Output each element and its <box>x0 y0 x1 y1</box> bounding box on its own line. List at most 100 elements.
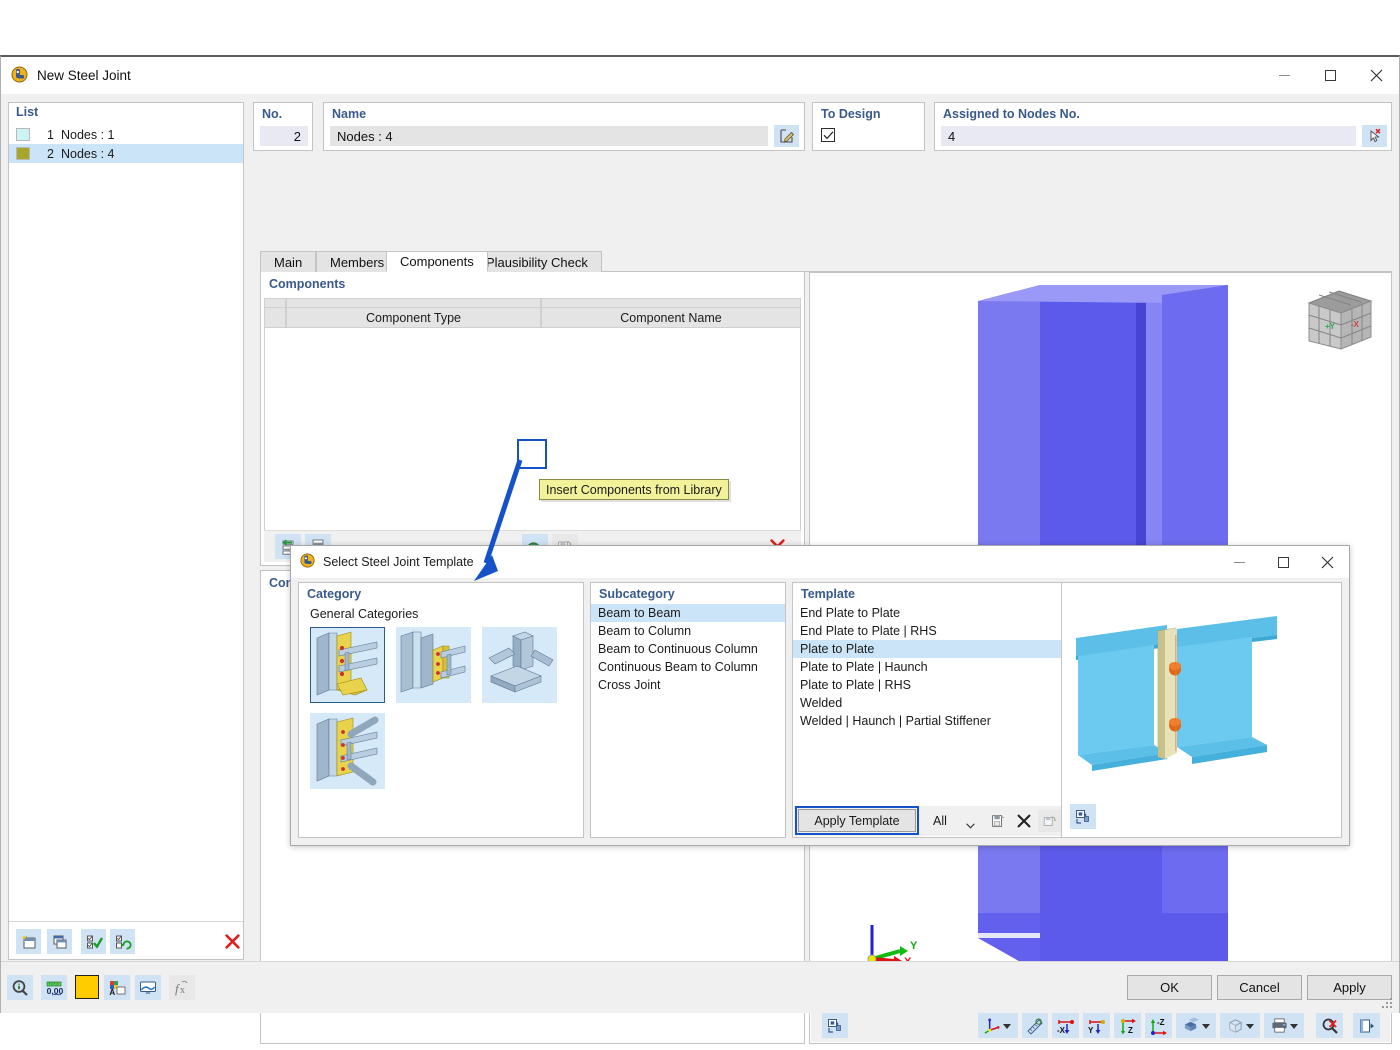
navigation-cube[interactable]: +Y -X <box>1301 285 1377 357</box>
template-item-end-plate-to-plate[interactable]: End Plate to Plate <box>793 604 1063 622</box>
panel-toggle-button[interactable] <box>1353 1013 1380 1038</box>
delete-joint-button[interactable] <box>220 929 245 954</box>
delete-template-button[interactable] <box>1012 810 1036 832</box>
preview-render-toggle-button[interactable] <box>1070 804 1096 829</box>
resize-grip[interactable] <box>1381 997 1393 1009</box>
name-label: Name <box>332 107 367 121</box>
to-design-checkbox[interactable] <box>821 128 835 142</box>
column-header-component-name: Component Name <box>541 308 801 328</box>
display-box-button[interactable] <box>1220 1013 1260 1038</box>
category-beam-to-column-haunch[interactable] <box>310 627 385 703</box>
subcategory-item-cross-joint[interactable]: Cross Joint <box>591 676 785 694</box>
view-y-button[interactable]: Y <box>1083 1013 1110 1038</box>
tabstrip: Main Members Components Plausibility Che… <box>260 251 1392 272</box>
tab-components[interactable]: Components <box>386 251 488 272</box>
subcategory-item-beam-to-continuous-column[interactable]: Beam to Continuous Column <box>591 640 785 658</box>
ok-button[interactable]: OK <box>1127 975 1212 1000</box>
tab-main[interactable]: Main <box>260 251 317 272</box>
import-template-button[interactable] <box>1038 810 1062 832</box>
template-filter-select[interactable]: All <box>926 810 981 831</box>
edit-pencil-icon[interactable] <box>774 125 799 147</box>
show-axes-button[interactable] <box>978 1013 1018 1038</box>
svg-text:Y: Y <box>1088 1026 1094 1035</box>
subcategory-item-continuous-beam-to-column[interactable]: Continuous Beam to Column <box>591 658 785 676</box>
maximize-button[interactable] <box>1307 57 1353 94</box>
info-button[interactable] <box>7 975 33 1000</box>
modal-maximize-button[interactable] <box>1261 546 1305 578</box>
assigned-nodes-fieldbox: Assigned to Nodes No. 4 <box>934 102 1392 151</box>
category-braced-connection[interactable] <box>310 713 385 789</box>
subcategory-item-beam-to-column[interactable]: Beam to Column <box>591 622 785 640</box>
modal-minimize-button[interactable] <box>1217 546 1261 578</box>
render-style-button[interactable] <box>1176 1013 1216 1038</box>
apply-template-button[interactable]: Apply Template <box>798 809 916 832</box>
modal-close-button[interactable] <box>1305 546 1349 578</box>
list-item[interactable]: 1 Nodes : 1 <box>9 125 243 144</box>
display-properties-button[interactable]: A <box>104 975 130 1000</box>
apply-button[interactable]: Apply <box>1307 975 1392 1000</box>
tooltip: Insert Components from Library <box>539 479 729 500</box>
subcategory-panel: Subcategory Beam to Beam Beam to Column … <box>590 582 786 838</box>
joint-list: 1 Nodes : 1 2 Nodes : 4 <box>9 125 243 959</box>
assigned-nodes-label: Assigned to Nodes No. <box>943 107 1080 121</box>
print-button[interactable] <box>1264 1013 1304 1038</box>
to-design-fieldbox: To Design <box>812 102 925 151</box>
view-isometric-button[interactable]: -Z <box>1145 1013 1172 1038</box>
chevron-down-icon <box>966 818 975 832</box>
to-design-label: To Design <box>821 107 881 121</box>
template-item-welded-haunch-partial-stiffener[interactable]: Welded | Haunch | Partial Stiffener <box>793 712 1063 730</box>
list-item[interactable]: 2 Nodes : 4 <box>9 144 243 163</box>
template-preview-model <box>1076 616 1277 771</box>
name-fieldbox: Name Nodes : 4 <box>323 102 805 151</box>
cancel-button[interactable]: Cancel <box>1217 975 1302 1000</box>
copy-joint-button[interactable] <box>47 929 72 954</box>
modal-title: Select Steel Joint Template <box>323 555 474 569</box>
close-button[interactable] <box>1353 57 1399 94</box>
units-button[interactable]: 0,00 <box>41 975 67 1000</box>
category-tube-cross-joint[interactable] <box>482 627 557 703</box>
subcategory-item-beam-to-beam[interactable]: Beam to Beam <box>591 604 785 622</box>
measure-button[interactable] <box>1022 1013 1048 1038</box>
template-preview[interactable] <box>1061 582 1342 838</box>
chevron-down-icon <box>1002 1018 1011 1033</box>
template-header: Template <box>801 587 855 601</box>
chevron-down-icon <box>1245 1018 1254 1033</box>
yellow-color-swatch[interactable] <box>75 975 99 999</box>
color-swatch <box>16 147 30 160</box>
components-table-body[interactable] <box>264 328 801 538</box>
template-item-welded[interactable]: Welded <box>793 694 1063 712</box>
render-mode-button[interactable] <box>822 1013 848 1038</box>
list-item-label: Nodes : 4 <box>61 146 115 161</box>
select-steel-joint-template-dialog: Select Steel Joint Template Category Gen… <box>290 545 1350 846</box>
name-input[interactable]: Nodes : 4 <box>329 125 769 147</box>
assigned-nodes-input[interactable]: 4 <box>940 125 1357 147</box>
tab-plausibility-check[interactable]: Plausibility Check <box>472 251 602 272</box>
pick-cursor-icon[interactable] <box>1362 125 1387 147</box>
template-item-plate-to-plate[interactable]: Plate to Plate <box>793 640 1063 658</box>
save-template-button[interactable] <box>986 810 1010 832</box>
chevron-down-icon <box>1201 1018 1210 1033</box>
template-item-plate-to-plate-rhs[interactable]: Plate to Plate | RHS <box>793 676 1063 694</box>
view-z-button[interactable]: Z <box>1114 1013 1141 1038</box>
zoom-reset-button[interactable] <box>1316 1013 1343 1038</box>
no-input[interactable]: 2 <box>259 125 309 147</box>
color-swatch <box>16 128 30 141</box>
category-beam-to-beam-plate[interactable] <box>396 627 471 703</box>
svg-text:Z: Z <box>1128 1026 1133 1035</box>
new-joint-button[interactable] <box>16 929 41 954</box>
template-item-plate-to-plate-haunch[interactable]: Plate to Plate | Haunch <box>793 658 1063 676</box>
visual-button[interactable] <box>135 975 161 1000</box>
svg-text:x: x <box>180 985 185 996</box>
check-all-button[interactable] <box>81 929 106 954</box>
general-categories-label: General Categories <box>310 607 419 621</box>
chevron-down-icon <box>1289 1018 1298 1033</box>
formula-button[interactable]: f x <box>169 975 195 1000</box>
template-toolbar: Apply Template All <box>794 806 1062 836</box>
column-header-component-type: Component Type <box>286 308 541 328</box>
view-minus-x-button[interactable]: -X <box>1052 1013 1079 1038</box>
modal-body: Category General Categories Subcategory … <box>298 582 1342 838</box>
template-filter-value: All <box>933 813 947 828</box>
refresh-check-button[interactable] <box>110 929 135 954</box>
minimize-button[interactable] <box>1261 57 1307 94</box>
template-item-end-plate-to-plate-rhs[interactable]: End Plate to Plate | RHS <box>793 622 1063 640</box>
